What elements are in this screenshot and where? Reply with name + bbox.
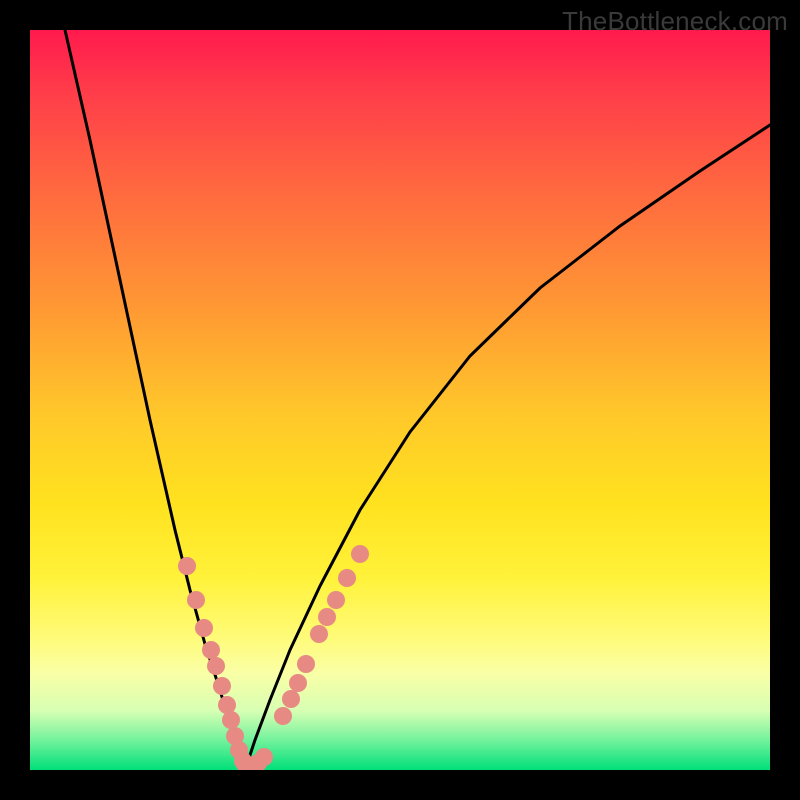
data-dot xyxy=(289,674,307,692)
data-dot xyxy=(318,608,336,626)
curve-right xyxy=(245,125,770,770)
dots-group xyxy=(178,545,369,770)
data-dot xyxy=(338,569,356,587)
plot-area xyxy=(30,30,770,770)
data-dot xyxy=(282,690,300,708)
data-dot xyxy=(202,641,220,659)
data-dot xyxy=(207,657,225,675)
data-dot xyxy=(213,677,231,695)
data-dot xyxy=(255,748,273,766)
data-dot xyxy=(195,619,213,637)
data-dot xyxy=(274,707,292,725)
data-dot xyxy=(351,545,369,563)
chart-frame: TheBottleneck.com xyxy=(0,0,800,800)
data-dot xyxy=(222,711,240,729)
data-dot xyxy=(310,625,328,643)
data-dot xyxy=(187,591,205,609)
data-dot xyxy=(297,655,315,673)
curves-group xyxy=(65,30,770,770)
chart-svg xyxy=(30,30,770,770)
data-dot xyxy=(327,591,345,609)
data-dot xyxy=(178,557,196,575)
watermark-text: TheBottleneck.com xyxy=(562,6,788,37)
